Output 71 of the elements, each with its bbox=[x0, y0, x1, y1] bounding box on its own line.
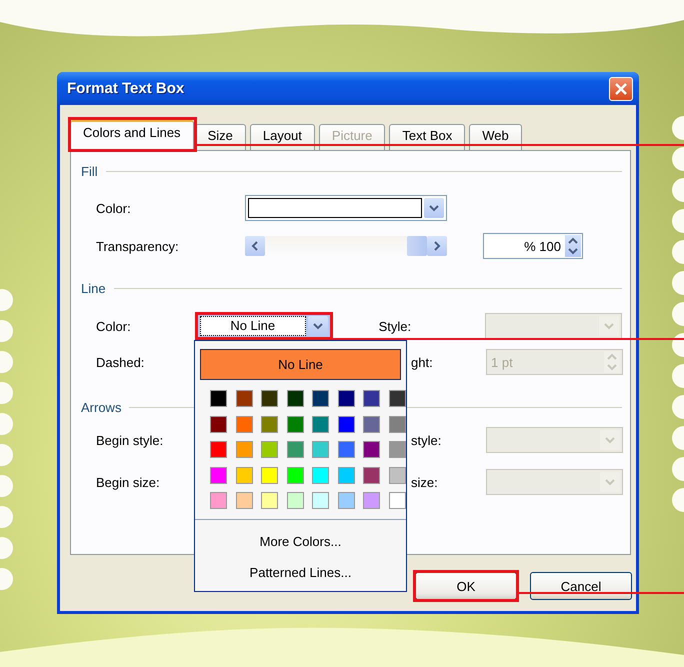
color-swatch[interactable] bbox=[261, 416, 278, 432]
section-header: Line bbox=[81, 280, 106, 296]
color-swatch[interactable] bbox=[210, 416, 227, 432]
color-swatch[interactable] bbox=[338, 466, 354, 484]
color-swatch[interactable] bbox=[363, 390, 380, 407]
color-swatch[interactable] bbox=[261, 466, 278, 484]
color-swatch[interactable] bbox=[210, 466, 227, 484]
color-swatch[interactable] bbox=[388, 441, 406, 458]
close-button[interactable] bbox=[609, 76, 633, 100]
color-swatch[interactable] bbox=[338, 416, 354, 432]
tab[interactable]: Text Box bbox=[389, 124, 466, 150]
slider-left-button[interactable] bbox=[245, 236, 265, 256]
slider-thumb[interactable] bbox=[407, 236, 427, 256]
menu-item[interactable]: More Colors... bbox=[200, 526, 401, 557]
color-swatch[interactable] bbox=[363, 466, 380, 484]
color-swatch[interactable] bbox=[286, 441, 304, 458]
color-swatch[interactable] bbox=[210, 492, 227, 509]
transparency-spinbox[interactable]: % 100 bbox=[483, 233, 583, 259]
tab[interactable]: Web bbox=[469, 124, 522, 150]
color-swatch[interactable] bbox=[338, 492, 354, 509]
field-label: ght: bbox=[411, 354, 434, 370]
color-swatch[interactable] bbox=[236, 390, 252, 407]
color-swatch[interactable] bbox=[286, 390, 304, 407]
field-label: Transparency: bbox=[96, 238, 180, 254]
color-swatch[interactable] bbox=[236, 466, 252, 484]
field-label: style: bbox=[411, 432, 442, 448]
color-swatch[interactable] bbox=[286, 466, 304, 484]
color-swatch[interactable] bbox=[286, 416, 304, 432]
color-swatch[interactable] bbox=[338, 441, 354, 458]
field-label: Begin style: bbox=[96, 432, 164, 448]
color-swatch[interactable] bbox=[312, 466, 329, 484]
color-swatch[interactable] bbox=[312, 441, 329, 458]
color-swatch[interactable] bbox=[261, 390, 278, 407]
field-label: Color: bbox=[96, 318, 132, 334]
color-swatch[interactable] bbox=[236, 416, 252, 432]
section-header: Fill bbox=[81, 164, 98, 178]
window-title: Format Text Box bbox=[67, 80, 184, 97]
color-swatch[interactable] bbox=[286, 492, 304, 509]
color-swatch[interactable] bbox=[363, 492, 380, 509]
color-swatch[interactable] bbox=[388, 492, 406, 509]
dialog-button[interactable]: OK bbox=[415, 572, 517, 600]
color-swatch[interactable] bbox=[261, 441, 278, 458]
color-swatch[interactable] bbox=[388, 466, 406, 484]
menu-item[interactable]: No Line bbox=[200, 349, 401, 380]
color-swatch[interactable] bbox=[363, 441, 380, 458]
color-swatch[interactable] bbox=[312, 390, 329, 407]
line-color-dropdown[interactable]: No Line bbox=[196, 314, 331, 338]
color-swatch[interactable] bbox=[312, 416, 329, 432]
menu-item[interactable]: Patterned Lines... bbox=[200, 557, 401, 588]
field-label: Dashed: bbox=[96, 354, 144, 370]
section-header: Arrows bbox=[81, 400, 122, 414]
color-swatch[interactable] bbox=[363, 416, 380, 432]
tab[interactable]: Colors and Lines bbox=[70, 120, 194, 151]
dialog-button[interactable]: Cancel bbox=[530, 572, 632, 600]
color-swatch[interactable] bbox=[388, 416, 406, 432]
close-icon bbox=[614, 82, 628, 96]
color-swatch[interactable] bbox=[236, 441, 252, 458]
color-swatch[interactable] bbox=[312, 492, 329, 509]
color-swatch[interactable] bbox=[388, 390, 406, 407]
color-swatch[interactable] bbox=[338, 390, 354, 407]
color-swatch[interactable] bbox=[210, 441, 227, 458]
color-swatch[interactable] bbox=[210, 390, 227, 407]
tab[interactable]: Layout bbox=[250, 124, 315, 150]
slider-right-button[interactable] bbox=[427, 236, 447, 256]
field-label: size: bbox=[411, 474, 439, 490]
color-swatch[interactable] bbox=[261, 492, 278, 509]
field-label: Color: bbox=[96, 200, 132, 216]
color-swatch[interactable] bbox=[236, 492, 252, 509]
fill-color-dropdown[interactable] bbox=[245, 195, 447, 221]
field-label: Begin size: bbox=[96, 474, 160, 490]
field-label: Style: bbox=[378, 318, 412, 334]
